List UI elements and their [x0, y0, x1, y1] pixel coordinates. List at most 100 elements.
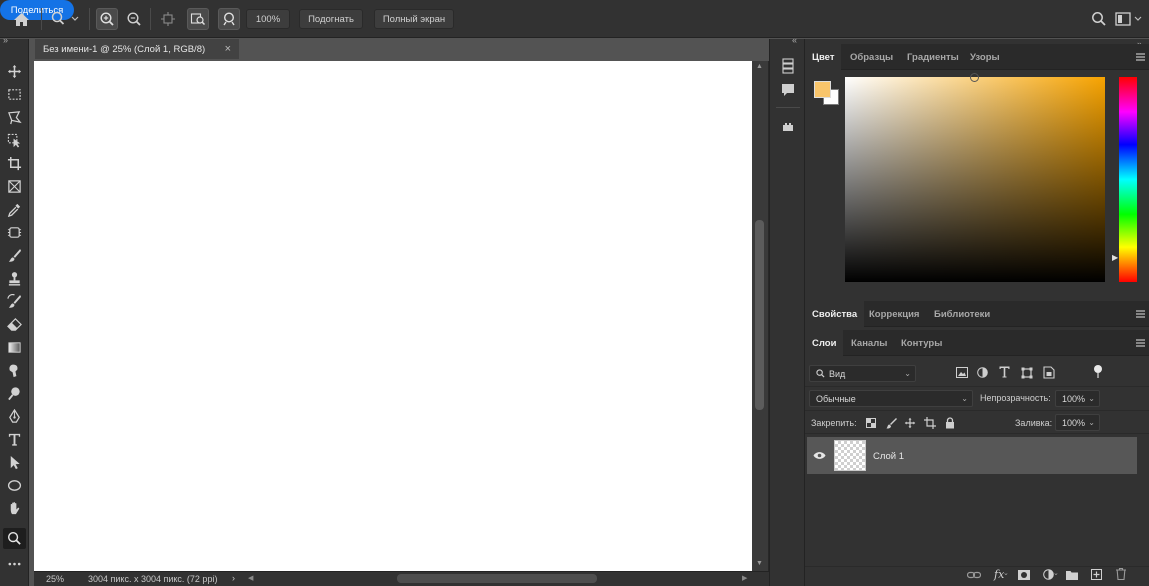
ellipse-icon[interactable]: [3, 475, 26, 496]
panel-menu-icon[interactable]: [1136, 339, 1145, 347]
tab-libraries[interactable]: Библиотеки: [927, 301, 997, 327]
type-icon[interactable]: [3, 429, 26, 450]
tab-label: Библиотеки: [934, 308, 991, 320]
filter-toggle-stem: [1097, 373, 1099, 378]
document-tab[interactable]: Без имени-1 @ 25% (Слой 1, RGB/8) ×: [35, 39, 239, 60]
new-layer-icon[interactable]: [1091, 569, 1102, 580]
healing-brush-icon[interactable]: [3, 222, 26, 243]
options-bar: 100% Подогнать Полный экран Поделиться: [0, 0, 1149, 38]
search-icon[interactable]: [1088, 8, 1110, 30]
tab-swatches[interactable]: Образцы: [843, 44, 900, 70]
clone-stamp-icon[interactable]: [3, 268, 26, 289]
fill-field[interactable]: 100% ⌄: [1055, 414, 1100, 431]
history-brush-icon[interactable]: [3, 291, 26, 312]
marquee-icon[interactable]: [3, 84, 26, 105]
pixel-layer-filter-icon[interactable]: [956, 367, 968, 378]
status-zoom[interactable]: 25%: [46, 574, 64, 584]
zoom-icon[interactable]: [3, 528, 26, 549]
dodge-icon[interactable]: [3, 383, 26, 404]
lock-all-icon[interactable]: [945, 417, 955, 429]
filter-toggle-icon[interactable]: [1094, 365, 1102, 373]
move-icon[interactable]: [3, 61, 26, 82]
chevron-right-icon[interactable]: ›: [232, 573, 235, 583]
tab-patterns[interactable]: Узоры: [963, 44, 1007, 70]
lock-artboard-icon[interactable]: [924, 417, 936, 429]
opacity-field[interactable]: 100% ⌄: [1055, 390, 1100, 407]
type-layer-filter-icon[interactable]: [999, 366, 1010, 378]
shape-layer-filter-icon[interactable]: [1021, 367, 1033, 379]
scroll-left-icon[interactable]: ◀: [248, 574, 253, 582]
crop-icon[interactable]: [3, 153, 26, 174]
hand-icon[interactable]: [3, 498, 26, 519]
blend-mode-dropdown[interactable]: Обычные ⌄: [809, 390, 973, 407]
foreground-color-swatch[interactable]: [814, 81, 831, 98]
adjustment-layer-filter-icon[interactable]: [977, 367, 988, 378]
panel-menu-icon[interactable]: [1136, 53, 1145, 61]
tab-adjustments[interactable]: Коррекция: [862, 301, 926, 327]
plugins-panel-icon[interactable]: [778, 117, 798, 137]
separator: [776, 107, 800, 108]
scroll-right-icon[interactable]: ▶: [742, 574, 747, 582]
chevron-down-icon[interactable]: ⌄: [1003, 569, 1009, 577]
vertical-scroll-thumb[interactable]: [755, 220, 764, 410]
link-layers-icon[interactable]: [967, 570, 981, 580]
tab-properties[interactable]: Свойства: [805, 301, 865, 327]
delete-layer-icon[interactable]: [1116, 568, 1126, 580]
comments-panel-icon[interactable]: [778, 80, 798, 100]
chevron-down-icon[interactable]: ⌄: [1053, 569, 1059, 577]
scroll-down-icon[interactable]: ▼: [756, 560, 763, 567]
fullscreen-button[interactable]: Полный экран: [374, 9, 454, 29]
horizontal-scroll-thumb[interactable]: [397, 574, 597, 583]
collapse-toolbar-icon[interactable]: »: [3, 35, 8, 45]
layer-filter-dropdown[interactable]: Вид ⌄: [809, 365, 916, 382]
history-panel-icon[interactable]: [778, 56, 798, 76]
smudge-icon[interactable]: [3, 360, 26, 381]
workspace-icon[interactable]: [1114, 8, 1144, 30]
brush-icon[interactable]: [3, 245, 26, 266]
scrubby-zoom-icon[interactable]: [218, 8, 240, 30]
lock-position-icon[interactable]: [904, 417, 916, 429]
panel-menu-icon[interactable]: [1136, 310, 1145, 318]
tab-label: Узоры: [970, 51, 1000, 63]
tab-channels[interactable]: Каналы: [844, 330, 894, 356]
fit-screen-button[interactable]: Подогнать: [299, 9, 363, 29]
tab-layers[interactable]: Слои: [805, 330, 844, 356]
more-tools-icon[interactable]: [3, 553, 26, 574]
zoom-tool-preset-icon[interactable]: [49, 8, 81, 30]
color-picker-cursor[interactable]: [970, 73, 979, 82]
zoom-out-icon[interactable]: [123, 8, 145, 30]
resize-windows-icon[interactable]: [157, 8, 179, 30]
gradient-icon[interactable]: [3, 337, 26, 358]
lasso-icon[interactable]: [3, 107, 26, 128]
frame-icon[interactable]: [3, 176, 26, 197]
layer-thumbnail[interactable]: [834, 440, 866, 471]
eraser-icon[interactable]: [3, 314, 26, 335]
zoom-in-icon[interactable]: [96, 8, 118, 30]
path-select-icon[interactable]: [3, 452, 26, 473]
home-icon[interactable]: [10, 8, 32, 30]
collapse-strip-icon[interactable]: «: [792, 35, 797, 45]
eye-icon[interactable]: [813, 451, 826, 460]
lock-image-pixels-icon[interactable]: [886, 417, 897, 429]
tab-paths[interactable]: Контуры: [894, 330, 949, 356]
close-icon[interactable]: ×: [225, 43, 231, 55]
object-select-icon[interactable]: [3, 130, 26, 151]
blend-mode-value: Обычные: [816, 393, 856, 404]
new-group-icon[interactable]: [1066, 570, 1078, 580]
document-canvas[interactable]: [34, 61, 752, 571]
eyedropper-icon[interactable]: [3, 199, 26, 220]
color-picker-field[interactable]: [845, 77, 1105, 282]
zoom-all-windows-icon[interactable]: [187, 8, 209, 30]
pen-icon[interactable]: [3, 406, 26, 427]
hue-slider-handle[interactable]: ▶: [1112, 253, 1118, 262]
hue-slider[interactable]: [1119, 77, 1137, 282]
zoom-value-field[interactable]: 100%: [246, 9, 290, 29]
add-mask-icon[interactable]: [1018, 570, 1030, 580]
scroll-up-icon[interactable]: ▲: [756, 63, 763, 70]
layer-name[interactable]: Слой 1: [873, 451, 904, 462]
lock-transparent-pixels-icon[interactable]: [866, 418, 876, 428]
tab-gradients[interactable]: Градиенты: [900, 44, 966, 70]
smart-object-filter-icon[interactable]: [1043, 366, 1055, 379]
tab-color[interactable]: Цвет: [805, 44, 842, 70]
tools-panel: »: [0, 35, 29, 586]
